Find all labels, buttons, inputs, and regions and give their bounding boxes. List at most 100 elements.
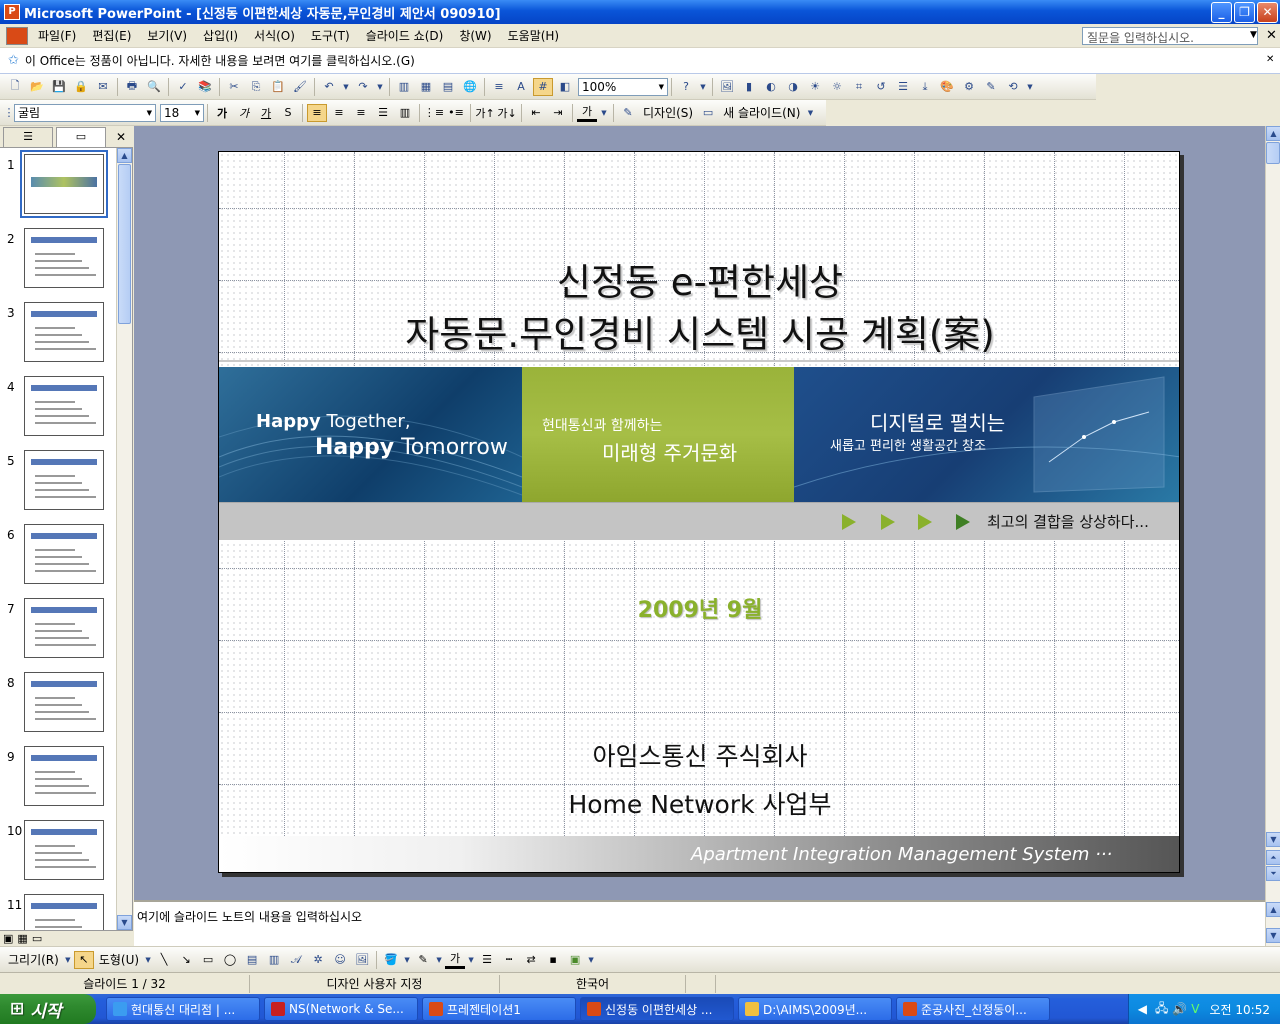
zoom-dropdown-icon[interactable]: ▼ [659, 83, 664, 91]
rotate-icon[interactable]: ↺ [871, 78, 891, 96]
slide-thumbnail-image[interactable] [24, 450, 104, 510]
transparent-color-icon[interactable]: ✎ [981, 78, 1001, 96]
footer-text[interactable]: Apartment Integration Management System … [691, 844, 1112, 865]
normal-view-icon[interactable]: ▣ [3, 932, 13, 945]
3d-style-icon[interactable]: ▣ [565, 951, 585, 969]
outline-tab[interactable]: ☰ [3, 127, 53, 147]
slide-sorter-view-icon[interactable]: ▦ [17, 932, 27, 945]
select-objects-icon[interactable]: ↖ [73, 950, 94, 969]
draw-toolbar-options-icon[interactable]: ▼ [587, 951, 595, 969]
format-painter-icon[interactable]: 🖌 [290, 78, 310, 96]
spelling-icon[interactable]: ✓ [173, 78, 193, 96]
draw-font-color-dropdown-icon[interactable]: ▼ [467, 951, 475, 969]
slide-thumbnail[interactable]: 11 [0, 894, 116, 930]
notes-scrollbar[interactable]: ▲ ▼ [1265, 900, 1280, 946]
design-button[interactable]: 디자인(S) [639, 104, 697, 121]
hyperlink-icon[interactable]: 🌐 [460, 78, 480, 96]
align-right-icon[interactable]: ≡ [351, 104, 371, 122]
editor-scrollbar[interactable]: ▲ ▼ ⏶ ⏷ [1265, 126, 1280, 900]
slide-thumbnail[interactable]: 10 [0, 820, 116, 886]
menu-edit[interactable]: 편집(E) [84, 27, 139, 44]
save-icon[interactable]: 💾 [49, 78, 69, 96]
format-picture-icon[interactable]: ⚙ [959, 78, 979, 96]
decrease-font-icon[interactable]: 가↓ [497, 104, 517, 122]
more-contrast-icon[interactable]: ◐ [761, 78, 781, 96]
slide-thumbnail-image[interactable] [24, 894, 104, 930]
print-preview-icon[interactable]: 🔍 [144, 78, 164, 96]
undo-dropdown-icon[interactable]: ▼ [341, 78, 351, 96]
slide-thumbnail[interactable]: 8 [0, 672, 116, 738]
editor-scroll-down-icon[interactable]: ▼ [1266, 832, 1280, 847]
editor-scroll-thumb[interactable] [1266, 142, 1280, 164]
notes-scroll-up-icon[interactable]: ▲ [1266, 902, 1280, 917]
slide-thumbnail[interactable]: 7 [0, 598, 116, 664]
department-name[interactable]: Home Network 사업부 [219, 785, 1179, 821]
banner-image[interactable]: Happy Together, Happy Tomorrow 현대통신과 함께하… [219, 367, 1179, 502]
show-formatting-icon[interactable]: A [511, 78, 531, 96]
textbox-icon[interactable]: ▤ [242, 951, 262, 969]
research-icon[interactable]: 📚 [195, 78, 215, 96]
font-color-icon[interactable]: 가 [577, 104, 597, 122]
tables-borders-icon[interactable]: ▤ [438, 78, 458, 96]
new-slide-button[interactable]: 새 슬라이드(N) [719, 104, 804, 121]
genuine-office-infobar[interactable]: ✩ 이 Office는 정품이 아닙니다. 자세한 내용을 보려면 여기를 클릭… [0, 48, 1280, 74]
font-size-combo[interactable]: 18 ▼ [160, 103, 204, 122]
font-combo[interactable]: 굴림 ▼ [14, 103, 156, 122]
fill-color-dropdown-icon[interactable]: ▼ [403, 951, 411, 969]
line-color-icon[interactable]: ✎ [413, 951, 433, 969]
fill-color-icon[interactable]: 🪣 [381, 951, 401, 969]
line-style-tool-icon[interactable]: ☰ [477, 951, 497, 969]
vertical-textbox-icon[interactable]: ▥ [264, 951, 284, 969]
more-brightness-icon[interactable]: ☀ [805, 78, 825, 96]
slide-thumbnail-image[interactable] [24, 820, 104, 880]
chevron-down-icon[interactable]: ▼ [1250, 30, 1257, 40]
line-style-icon[interactable]: ☰ [893, 78, 913, 96]
slides-pane-scrollbar[interactable]: ▲ ▼ [116, 148, 132, 930]
editor-scroll-up-icon[interactable]: ▲ [1266, 126, 1280, 141]
slide-thumbnail-image[interactable] [24, 302, 104, 362]
oval-icon[interactable]: ◯ [220, 951, 240, 969]
diagram-icon[interactable]: ✲ [308, 951, 328, 969]
autoshapes-dropdown-icon[interactable]: ▼ [144, 951, 152, 969]
taskbar-item-ie[interactable]: 현대통신 대리점 | ... [106, 997, 260, 1021]
slide-canvas[interactable]: 신정동 e-편한세상 자동문.무인경비 시스템 시공 계획(案) Happy T… [218, 151, 1180, 873]
arrow-style-icon[interactable]: ⇄ [521, 951, 541, 969]
bullets-icon[interactable]: •≡ [446, 104, 466, 122]
start-button[interactable]: ⊞ 시작 [0, 994, 96, 1024]
wordart-icon[interactable]: 𝒜 [286, 951, 306, 969]
scroll-thumb[interactable] [118, 164, 131, 324]
taskbar-item-ppt3[interactable]: 준공사진_신정동이... [896, 997, 1050, 1021]
menu-window[interactable]: 창(W) [451, 27, 499, 44]
cut-icon[interactable]: ✂ [224, 78, 244, 96]
decrease-indent-icon[interactable]: ⇤ [526, 104, 546, 122]
less-brightness-icon[interactable]: ☼ [827, 78, 847, 96]
scroll-down-icon[interactable]: ▼ [117, 915, 132, 930]
redo-icon[interactable]: ↷ [353, 78, 373, 96]
design-icon[interactable]: ✎ [618, 104, 638, 122]
line-color-dropdown-icon[interactable]: ▼ [435, 951, 443, 969]
dash-style-icon[interactable]: ┅ [499, 951, 519, 969]
slide-thumbnail-image[interactable] [24, 228, 104, 288]
slide-thumbnail[interactable]: 9 [0, 746, 116, 812]
picture-toolbar-options-icon[interactable]: ▼ [1025, 78, 1035, 96]
menu-view[interactable]: 보기(V) [139, 27, 195, 44]
numbering-icon[interactable]: ⋮≡ [424, 104, 444, 122]
taskbar-item-ppt1[interactable]: 프레젠테이션1 [422, 997, 576, 1021]
slide-thumbnail[interactable]: 2 [0, 228, 116, 294]
italic-icon[interactable]: 가 [234, 104, 254, 122]
justify-icon[interactable]: ☰ [373, 104, 393, 122]
picture-icon[interactable]: 🖼 [352, 951, 372, 969]
redo-dropdown-icon[interactable]: ▼ [375, 78, 385, 96]
line-icon[interactable]: ╲ [154, 951, 174, 969]
rectangle-icon[interactable]: ▭ [198, 951, 218, 969]
compress-icon[interactable]: ⤓ [915, 78, 935, 96]
minimize-button[interactable]: _ [1211, 2, 1232, 23]
close-button[interactable]: ✕ [1257, 2, 1278, 23]
align-left-icon[interactable]: ≡ [307, 103, 327, 122]
paste-icon[interactable]: 📋 [268, 78, 288, 96]
previous-slide-icon[interactable]: ⏶ [1266, 850, 1280, 865]
slide-thumbnail-image[interactable] [20, 150, 108, 218]
font-color-dropdown-icon[interactable]: ▼ [599, 104, 609, 122]
taskbar-item-folder[interactable]: D:\AIMS\2009년... [738, 997, 892, 1021]
clipart-icon[interactable]: ☺ [330, 951, 350, 969]
